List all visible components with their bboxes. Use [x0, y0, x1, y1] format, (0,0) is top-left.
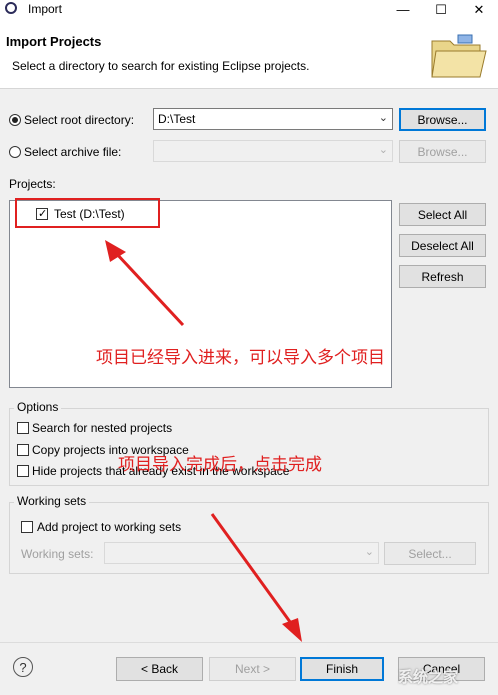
annotation-note-2: 项目导入完成后，点击完成 — [118, 455, 322, 475]
arrow-down-icon — [282, 618, 302, 642]
annotation-note-1: 项目已经导入进来，可以导入多个项目 — [96, 348, 385, 368]
watermark: 系统之家 — [398, 669, 459, 686]
